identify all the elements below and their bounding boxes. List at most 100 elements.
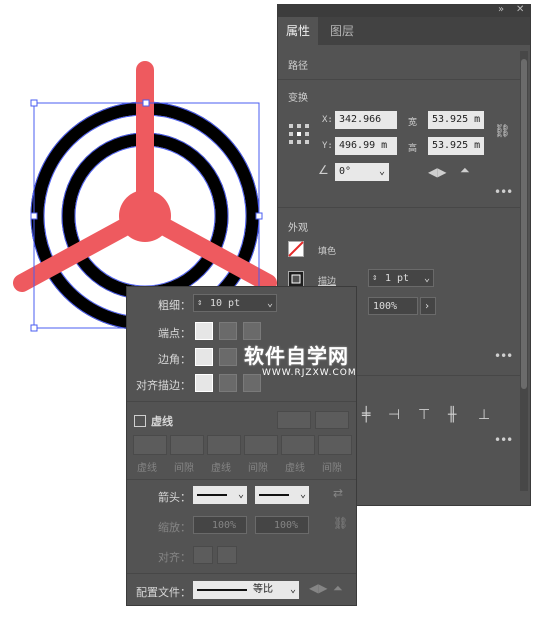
dash-field-3[interactable] <box>281 435 315 455</box>
align-vertical-center-icon[interactable]: ╫ <box>448 407 456 423</box>
opacity-field[interactable]: 100% <box>368 297 418 315</box>
align-horizontal-center-icon[interactable]: ╪ <box>362 407 370 423</box>
align-inside-button[interactable] <box>219 374 237 392</box>
flip-across-icon[interactable]: ⏶ <box>333 581 343 596</box>
x-field[interactable]: 342.966 <box>335 111 397 129</box>
fill-label: 填色 <box>318 247 337 257</box>
dash-align-button[interactable] <box>315 411 349 429</box>
stepper-icon[interactable]: ⇕ <box>197 295 202 311</box>
chevron-down-icon[interactable]: ⌄ <box>290 581 296 599</box>
arrowhead-label: 箭头： <box>158 491 191 504</box>
dash-label-3: 虚线 <box>285 463 305 474</box>
line-preview <box>197 494 227 496</box>
watermark-title: 软件自学网 <box>244 344 349 368</box>
height-label: 高 <box>408 144 418 154</box>
swap-arrowheads-icon[interactable]: ⇄ <box>333 486 343 500</box>
chevron-down-icon[interactable]: ⌄ <box>267 295 273 311</box>
miter-join-button[interactable] <box>195 348 213 366</box>
flip-horizontal-icon[interactable]: ◀▶ <box>428 165 446 179</box>
chevron-down-icon[interactable]: ⌄ <box>424 270 430 286</box>
handle-bl[interactable] <box>30 324 38 332</box>
profile-label: 配置文件： <box>136 586 191 599</box>
divider <box>127 573 356 574</box>
collapse-icon[interactable]: » <box>498 4 504 15</box>
watermark-url: WWW.RJZXW.COM <box>262 368 357 378</box>
panel-title-bar: » ✕ <box>278 4 530 17</box>
end-arrowhead-select[interactable]: ⌄ <box>255 486 309 504</box>
round-cap-button[interactable] <box>219 322 237 340</box>
align-center-button[interactable] <box>195 374 213 392</box>
projecting-cap-button[interactable] <box>243 322 261 340</box>
angle-icon: ∠ <box>318 163 329 177</box>
angle-value: 0° <box>339 166 352 177</box>
butt-cap-button[interactable] <box>195 322 213 340</box>
profile-select[interactable]: 等比 ⌄ <box>193 581 299 599</box>
dash-preserve-button[interactable] <box>277 411 311 429</box>
height-field[interactable]: 53.925 m <box>428 137 484 155</box>
more-options-icon[interactable]: ••• <box>494 349 513 363</box>
panel-tabs: 属性 图层 <box>278 17 530 45</box>
section-transform-title: 变换 <box>288 93 308 104</box>
handle-ml[interactable] <box>30 212 38 220</box>
dashed-line-checkbox[interactable] <box>134 415 146 427</box>
section-path-title: 路径 <box>288 61 308 72</box>
gap-field-3[interactable] <box>318 435 352 455</box>
divider <box>278 207 520 208</box>
stroke-weight-field[interactable]: ⇕ 1 pt ⌄ <box>368 269 434 287</box>
chevron-down-icon[interactable]: ⌄ <box>300 486 306 504</box>
link-scale-icon[interactable]: ⛓ <box>333 516 348 530</box>
arrow-tip-beyond-button[interactable] <box>193 546 213 564</box>
constrain-proportions-icon[interactable]: ⛓ <box>494 124 511 139</box>
more-options-icon[interactable]: ••• <box>494 433 513 447</box>
chevron-down-icon[interactable]: ⌄ <box>238 486 244 504</box>
width-field[interactable]: 53.925 m <box>428 111 484 129</box>
profile-value: 等比 <box>253 584 273 595</box>
close-icon[interactable]: ✕ <box>516 4 524 15</box>
handle-tl[interactable] <box>30 99 38 107</box>
panel-scrollbar[interactable] <box>520 51 528 491</box>
align-outside-button[interactable] <box>243 374 261 392</box>
reference-point-icon[interactable] <box>288 123 310 145</box>
gap-label-2: 间隙 <box>248 463 268 474</box>
divider <box>278 79 520 80</box>
dash-label-2: 虚线 <box>211 463 231 474</box>
start-arrowhead-select[interactable]: ⌄ <box>193 486 247 504</box>
flip-along-icon[interactable]: ◀▶ <box>309 581 327 595</box>
angle-field[interactable]: 0° ⌄ <box>335 163 389 181</box>
align-top-icon[interactable]: ⊤ <box>418 407 430 423</box>
align-bottom-icon[interactable]: ⊥ <box>478 407 490 423</box>
dash-field-2[interactable] <box>207 435 241 455</box>
gap-field-2[interactable] <box>244 435 278 455</box>
stroke-weight-input[interactable]: ⇕ 10 pt ⌄ <box>193 294 277 312</box>
width-label: 宽 <box>408 118 418 128</box>
arrow-tip-at-end-button[interactable] <box>217 546 237 564</box>
y-field[interactable]: 496.99 m <box>335 137 397 155</box>
flip-vertical-icon[interactable]: ⏶ <box>460 163 470 178</box>
x-label: X: <box>322 115 333 125</box>
more-options-icon[interactable]: ••• <box>494 185 513 199</box>
chevron-down-icon[interactable]: ⌄ <box>379 163 385 181</box>
scrollbar-thumb[interactable] <box>521 59 527 389</box>
end-scale-field[interactable]: 100% <box>255 516 309 534</box>
round-join-button[interactable] <box>219 348 237 366</box>
handle-tm[interactable] <box>142 99 150 107</box>
tab-properties[interactable]: 属性 <box>278 17 319 45</box>
start-scale-field[interactable]: 100% <box>193 516 247 534</box>
section-appearance-title: 外观 <box>288 223 308 234</box>
gap-label-3: 间隙 <box>322 463 342 474</box>
align-right-icon[interactable]: ⊣ <box>388 407 400 423</box>
gap-field-1[interactable] <box>170 435 204 455</box>
end-scale-value: 100% <box>274 520 299 531</box>
tab-layers[interactable]: 图层 <box>322 17 362 45</box>
y-label: Y: <box>322 141 333 151</box>
stepper-icon[interactable]: ⇕ <box>372 270 377 286</box>
chevron-right-icon[interactable]: › <box>420 297 436 315</box>
dash-field-1[interactable] <box>133 435 167 455</box>
handle-mr[interactable] <box>255 212 263 220</box>
cap-label: 端点： <box>158 327 191 340</box>
divider <box>127 479 356 480</box>
dash-label-1: 虚线 <box>137 463 157 474</box>
stroke-swatch-icon[interactable] <box>288 271 304 287</box>
fill-swatch-icon[interactable] <box>288 241 304 257</box>
scale-label: 缩放： <box>158 521 191 534</box>
